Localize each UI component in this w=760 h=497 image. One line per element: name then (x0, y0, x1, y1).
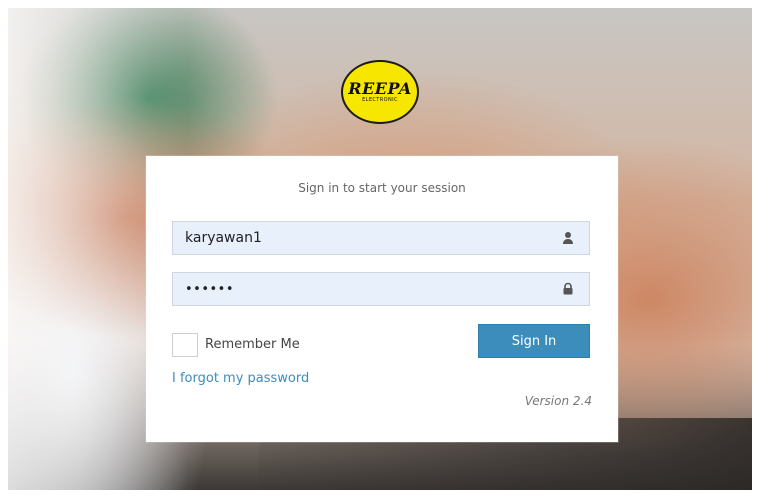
login-headline: Sign in to start your session (298, 181, 466, 195)
brand-logo-sub-text: ELECTRONIC (362, 97, 398, 103)
remember-me-label: Remember Me (205, 337, 300, 352)
version-label: Version 2.4 (524, 394, 592, 408)
password-input[interactable] (173, 273, 555, 305)
login-card: Sign in to start your session Remember M… (146, 156, 618, 442)
lock-icon (563, 282, 573, 295)
sign-in-button[interactable]: Sign In (478, 324, 590, 358)
user-icon (563, 232, 573, 244)
username-field[interactable] (172, 221, 590, 255)
remember-me-checkbox[interactable] (172, 333, 198, 357)
brand-logo-main-text: REEPA (348, 79, 412, 98)
forgot-password-link[interactable]: I forgot my password (172, 370, 309, 388)
username-input[interactable] (173, 222, 555, 254)
brand-logo-icon: REEPA ELECTRONIC (341, 60, 419, 124)
password-field[interactable] (172, 272, 590, 306)
